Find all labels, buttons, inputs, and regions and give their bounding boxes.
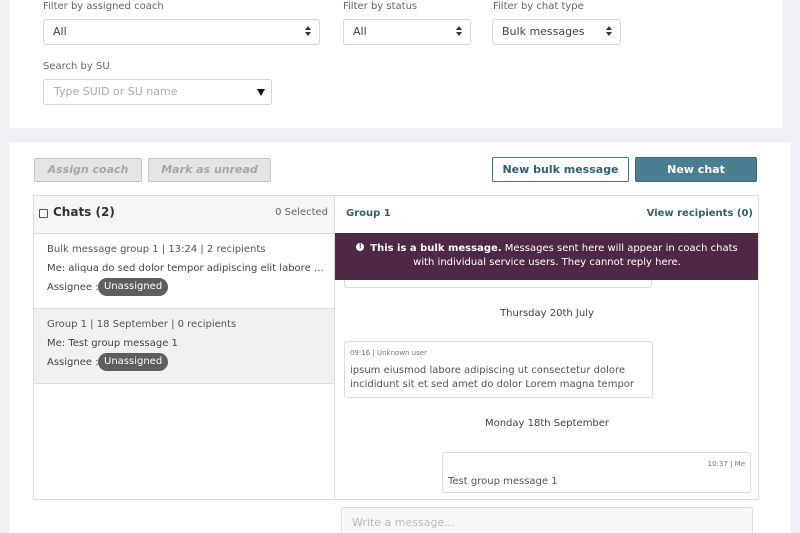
view-recipients-link[interactable]: View recipients (0) (647, 208, 753, 219)
chat-list-item-selected[interactable]: Group 1 | 18 September | 0 recipients Me… (34, 309, 334, 384)
own-message-bubble: 10:37 | Me Test group message 1 (442, 452, 751, 493)
message-input[interactable]: Write a message... (341, 507, 753, 533)
new-chat-button[interactable]: New chat (635, 157, 757, 182)
message-meta: 10:37 | Me (707, 460, 745, 468)
selected-count: 0 Selected (275, 207, 328, 218)
chat-item-header: Bulk message group 1 | 13:24 | 2 recipie… (47, 244, 266, 255)
banner-text-2: with individual service users. They cann… (413, 257, 681, 268)
message-input-placeholder: Write a message... (352, 516, 455, 529)
message-text-line: ipsum eiusmod labore adipiscing ut conse… (350, 365, 626, 376)
chat-type-filter-label: Filter by chat type (493, 1, 584, 12)
chat-list: Chats (2) 0 Selected Bulk message group … (33, 195, 335, 500)
chat-list-header: Chats (2) 0 Selected (34, 196, 334, 234)
bulk-message-banner: ! This is a bulk message. Messages sent h… (335, 233, 758, 280)
message-meta: 09:16 | Unknown user (350, 349, 427, 357)
date-separator: Thursday 20th July (500, 308, 594, 319)
banner-text: Messages sent here will appear in coach … (504, 243, 738, 254)
coach-filter-value: All (53, 25, 67, 38)
coach-filter-label: Filter by assigned coach (43, 1, 164, 12)
info-icon: ! (356, 243, 365, 251)
assignee-badge: Unassigned (98, 278, 169, 296)
coach-filter-select[interactable]: All (43, 19, 320, 45)
assignee-label: Assignee : (47, 282, 99, 293)
message-text: Test group message 1 (448, 476, 558, 487)
chat-item-preview: Me: aliqua do sed dolor tempor adipiscin… (47, 263, 330, 274)
message-text-line: incididunt sit et sed amet do dolor Lore… (350, 379, 635, 390)
dropdown-triangle-icon[interactable] (257, 89, 265, 96)
search-su-label: Search by SU (43, 61, 110, 72)
select-arrows-icon (305, 25, 312, 37)
select-all-checkbox[interactable] (39, 209, 48, 218)
message-bubble: 09:16 | Unknown user ipsum eiusmod labor… (344, 341, 653, 398)
chat-list-item[interactable]: Bulk message group 1 | 13:24 | 2 recipie… (34, 234, 334, 309)
conversation-title: Group 1 (346, 208, 391, 219)
status-filter-label: Filter by status (343, 1, 418, 12)
status-filter-value: All (353, 25, 367, 38)
chat-item-header: Group 1 | 18 September | 0 recipients (47, 319, 237, 330)
search-su-placeholder: Type SUID or SU name (54, 85, 178, 98)
chat-type-filter-select[interactable]: Bulk messages (492, 19, 621, 45)
assignee-badge: Unassigned (98, 353, 169, 371)
mark-as-unread-button[interactable]: Mark as unread (148, 158, 271, 182)
select-arrows-icon (606, 25, 613, 37)
chat-type-filter-value: Bulk messages (502, 25, 585, 38)
chats-title: Chats (2) (53, 205, 115, 219)
new-bulk-message-button[interactable]: New bulk message (492, 157, 629, 182)
assign-coach-button[interactable]: Assign coach (34, 158, 142, 182)
select-arrows-icon (456, 25, 463, 37)
conversation-panel: Group 1 View recipients (0) ! This is a b… (335, 195, 759, 500)
assignee-label: Assignee : (47, 357, 99, 368)
search-su-input[interactable]: Type SUID or SU name (43, 79, 272, 105)
banner-bold-text: This is a bulk message. (370, 243, 502, 254)
status-filter-select[interactable]: All (343, 19, 471, 45)
date-separator: Monday 18th September (484, 418, 610, 429)
chat-item-preview: Me: Test group message 1 (47, 338, 178, 349)
